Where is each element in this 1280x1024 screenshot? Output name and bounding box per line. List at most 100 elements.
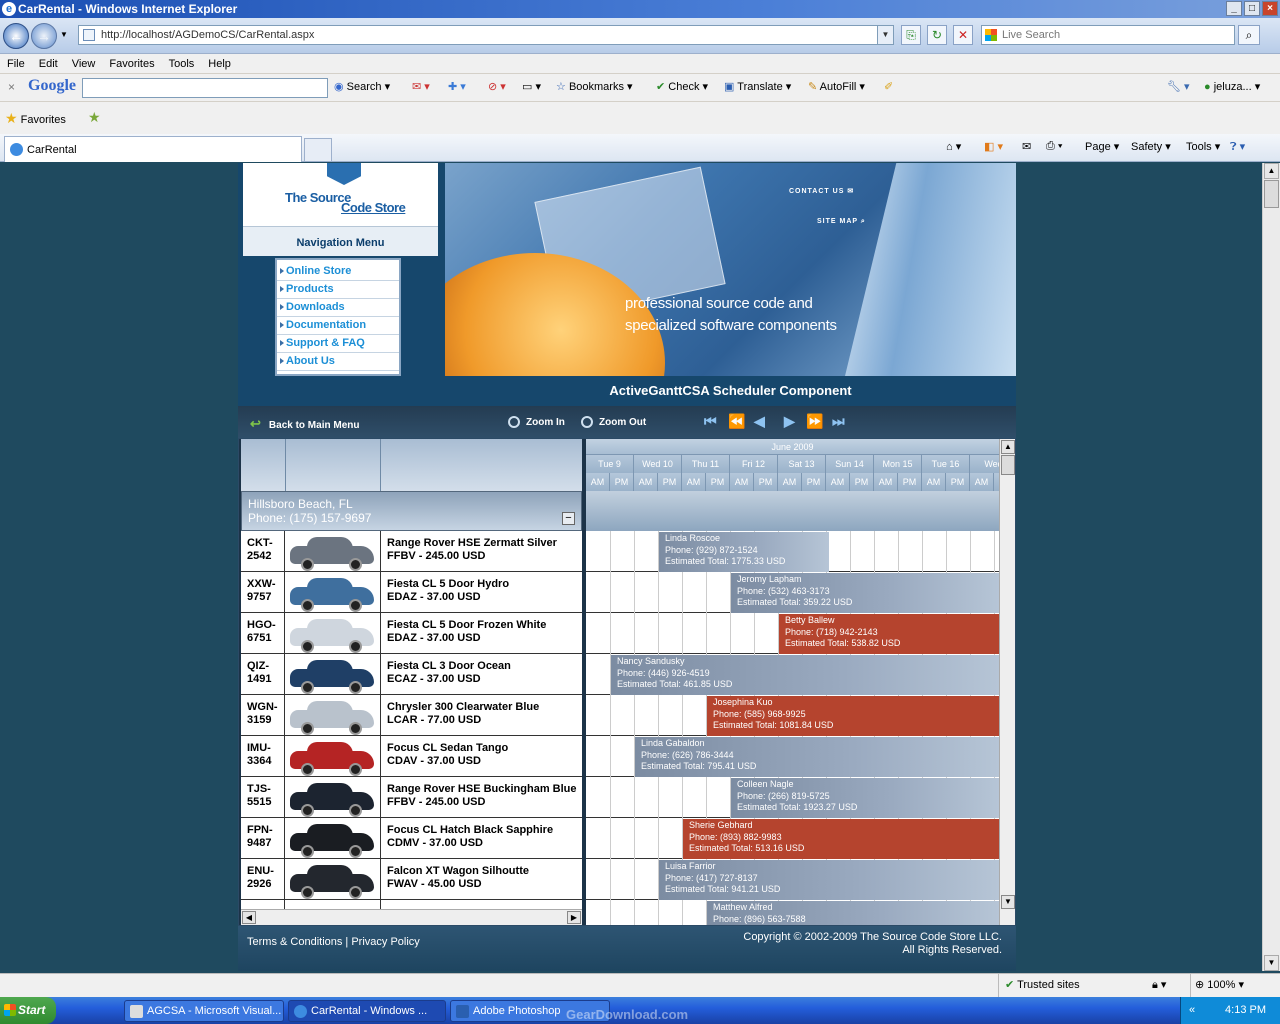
booking-bar[interactable]: Betty Ballew Phone: (718) 942-2143 Estimat…	[779, 614, 999, 654]
nav-downloads[interactable]: Downloads	[277, 299, 399, 317]
tray-expand-icon[interactable]: «	[1189, 997, 1195, 1024]
mail-icon[interactable]: ✉	[1022, 140, 1031, 153]
contact-us-link[interactable]: CONTACT US ✉	[789, 187, 854, 195]
scroll-up-arrow-icon[interactable]: ▲	[1001, 440, 1015, 454]
tab-carrental[interactable]: CarRental	[4, 136, 302, 162]
address-dropdown-icon[interactable]: ▼	[877, 26, 893, 44]
autofill-button[interactable]: ✎ AutoFill ▾	[808, 79, 865, 95]
zoom-level[interactable]: ⊕ 100% ▾	[1190, 974, 1262, 997]
menu-tools[interactable]: Tools	[162, 54, 202, 74]
protected-mode-icon[interactable]: 🔒︎ ▾	[1152, 978, 1166, 992]
vehicle-row[interactable]: FPN- 9487 Focus CL Hatch Black Sapphire CDM…	[241, 818, 582, 859]
feeds-icon[interactable]: ◧ ▾	[984, 140, 1003, 153]
collapse-group-button[interactable]: −	[562, 512, 575, 525]
menu-favorites[interactable]: Favorites	[102, 54, 161, 74]
compatibility-icon[interactable]: ⎘	[901, 25, 921, 45]
booking-bar[interactable]: Colleen Nagle Phone: (266) 819-5725 Estima…	[731, 778, 999, 818]
check-button[interactable]: ✔ Check ▾	[656, 79, 708, 95]
next-icon[interactable]: ▶	[784, 413, 801, 430]
home-icon[interactable]: ⌂ ▾	[946, 140, 961, 153]
google-search-button[interactable]: ◉ Search ▾	[334, 79, 390, 95]
maximize-button[interactable]: □	[1244, 1, 1260, 16]
window-icon[interactable]: ▭ ▾	[522, 79, 541, 95]
nav-about-us[interactable]: About Us	[277, 353, 399, 371]
rewind-icon[interactable]: ⏪	[728, 413, 751, 430]
popup-blocker-icon[interactable]: ✉ ▾	[412, 79, 430, 95]
refresh-icon[interactable]: ↻	[927, 25, 947, 45]
footer-links[interactable]: Terms & Conditions | Privacy Policy	[247, 936, 420, 948]
safety-menu[interactable]: Safety ▾	[1131, 140, 1171, 153]
booking-bar[interactable]: Linda Roscoe Phone: (929) 872-1524 Estimat…	[659, 532, 829, 572]
search-button-icon[interactable]: ⌕	[1238, 25, 1260, 45]
previous-icon[interactable]: ◀	[754, 413, 771, 430]
block-icon[interactable]: ⊘ ▾	[488, 79, 506, 95]
task-carrental[interactable]: CarRental - Windows ...	[288, 1000, 446, 1022]
vehicle-row[interactable]: WGN- 3159 Chrysler 300 Clearwater Blue LCAR…	[241, 695, 582, 736]
tools-menu[interactable]: Tools ▾	[1186, 140, 1220, 153]
highlight-icon[interactable]: ✐	[884, 79, 893, 95]
booking-bar[interactable]: Nancy Sandusky Phone: (446) 926-4519 Estim…	[611, 655, 999, 695]
nav-online-store[interactable]: Online Store	[277, 263, 399, 281]
vehicle-grid-hscrollbar[interactable]: ◀ ▶	[241, 909, 582, 925]
page-scroll-up-icon[interactable]: ▲	[1264, 163, 1279, 179]
fast-forward-icon[interactable]: ⏩	[806, 413, 829, 430]
zoom-out-button[interactable]: Zoom Out	[581, 416, 646, 428]
menu-view[interactable]: View	[65, 54, 103, 74]
zoom-in-button[interactable]: Zoom In	[508, 416, 565, 428]
bookmarks-button[interactable]: ☆ Bookmarks ▾	[556, 79, 633, 95]
live-search-input[interactable]: Live Search	[981, 25, 1235, 45]
scrollbar-thumb[interactable]	[1001, 455, 1015, 475]
vehicle-row[interactable]: QIZ- 1491 Fiesta CL 3 Door Ocean ECAZ - 37.…	[241, 654, 582, 695]
nav-products[interactable]: Products	[277, 281, 399, 299]
google-search-input[interactable]	[82, 78, 328, 98]
close-button[interactable]: ×	[1262, 1, 1278, 16]
account-button[interactable]: ● jeluza... ▾	[1204, 79, 1260, 95]
last-page-icon[interactable]: ⏭	[832, 413, 851, 430]
forward-button[interactable]: →	[31, 23, 57, 49]
start-button[interactable]: Start	[0, 997, 56, 1024]
favorites-button[interactable]: ★ Favorites	[5, 110, 66, 127]
menu-file[interactable]: File	[0, 54, 32, 74]
minimize-button[interactable]: _	[1226, 1, 1242, 16]
address-input[interactable]: http://localhost/AGDemoCS/CarRental.aspx…	[78, 25, 894, 45]
menu-help[interactable]: Help	[201, 54, 238, 74]
print-icon[interactable]: ⎙ ▾	[1046, 140, 1062, 153]
settings-wrench-icon[interactable]: 🔧︎ ▾	[1167, 79, 1190, 95]
booking-bar[interactable]: Matthew Alfred Phone: (896) 563-7588	[707, 901, 999, 925]
vehicle-row[interactable]: HGO- 6751 Fiesta CL 5 Door Frozen White EDA…	[241, 613, 582, 654]
nav-support-faq[interactable]: Support & FAQ	[277, 335, 399, 353]
add-favorite-icon[interactable]: ★	[88, 109, 101, 126]
stop-icon[interactable]: ✕	[953, 25, 973, 45]
close-toolbar-icon[interactable]: ×	[8, 80, 15, 94]
site-map-link[interactable]: SITE MAP ⌕	[817, 218, 866, 226]
back-to-main-menu-button[interactable]: ↩ Back to Main Menu	[250, 416, 359, 432]
nav-documentation[interactable]: Documentation	[277, 317, 399, 335]
booking-bar[interactable]: Josephina Kuo Phone: (585) 968-9925 Estima…	[707, 696, 999, 736]
page-scroll-down-icon[interactable]: ▼	[1264, 955, 1279, 971]
plus-icon[interactable]: ✚ ▾	[448, 79, 466, 95]
page-vscrollbar[interactable]: ▲ ▼	[1262, 163, 1280, 971]
scroll-left-arrow-icon[interactable]: ◀	[242, 911, 256, 924]
booking-bar[interactable]: Luisa Farrior Phone: (417) 727-8137 Estima…	[659, 860, 999, 900]
translate-button[interactable]: ▣ Translate ▾	[724, 79, 791, 95]
first-page-icon[interactable]: ⏮	[704, 413, 723, 430]
vehicle-row[interactable]: CKT- 2542 Range Rover HSE Zermatt Silver FF…	[241, 531, 582, 572]
menu-edit[interactable]: Edit	[32, 54, 65, 74]
security-zone[interactable]: ✔ Trusted sites	[998, 974, 1148, 997]
new-tab-button[interactable]	[304, 138, 332, 162]
task-agcsa[interactable]: AGCSA - Microsoft Visual...	[124, 1000, 284, 1022]
vehicle-row[interactable]: XXW- 9757 Fiesta CL 5 Door Hydro EDAZ - 37.…	[241, 572, 582, 613]
scroll-down-arrow-icon[interactable]: ▼	[1001, 895, 1015, 909]
page-scroll-thumb[interactable]	[1264, 180, 1279, 208]
vehicle-row[interactable]: TJS- 5515 Range Rover HSE Buckingham Blue F…	[241, 777, 582, 818]
booking-bar[interactable]: Linda Gabaldon Phone: (626) 786-3444 Estim…	[635, 737, 999, 777]
booking-bar[interactable]: Sherie Gebhard Phone: (893) 882-9983 Estim…	[683, 819, 999, 859]
help-icon[interactable]: ❓︎ ▾	[1230, 140, 1245, 154]
scroll-right-arrow-icon[interactable]: ▶	[567, 911, 581, 924]
booking-bar[interactable]: Jeromy Lapham Phone: (532) 463-3173 Estima…	[731, 573, 999, 613]
timeline-vscrollbar[interactable]: ▲ ▼	[999, 439, 1015, 925]
history-dropdown-icon[interactable]: ▼	[60, 30, 68, 39]
vehicle-row[interactable]: ENU- 2926 Falcon XT Wagon Silhoutte FWAV - …	[241, 859, 582, 900]
vehicle-row[interactable]: IMU- 3364 Focus CL Sedan Tango CDAV - 37.00…	[241, 736, 582, 777]
back-button[interactable]: ←	[3, 23, 29, 49]
